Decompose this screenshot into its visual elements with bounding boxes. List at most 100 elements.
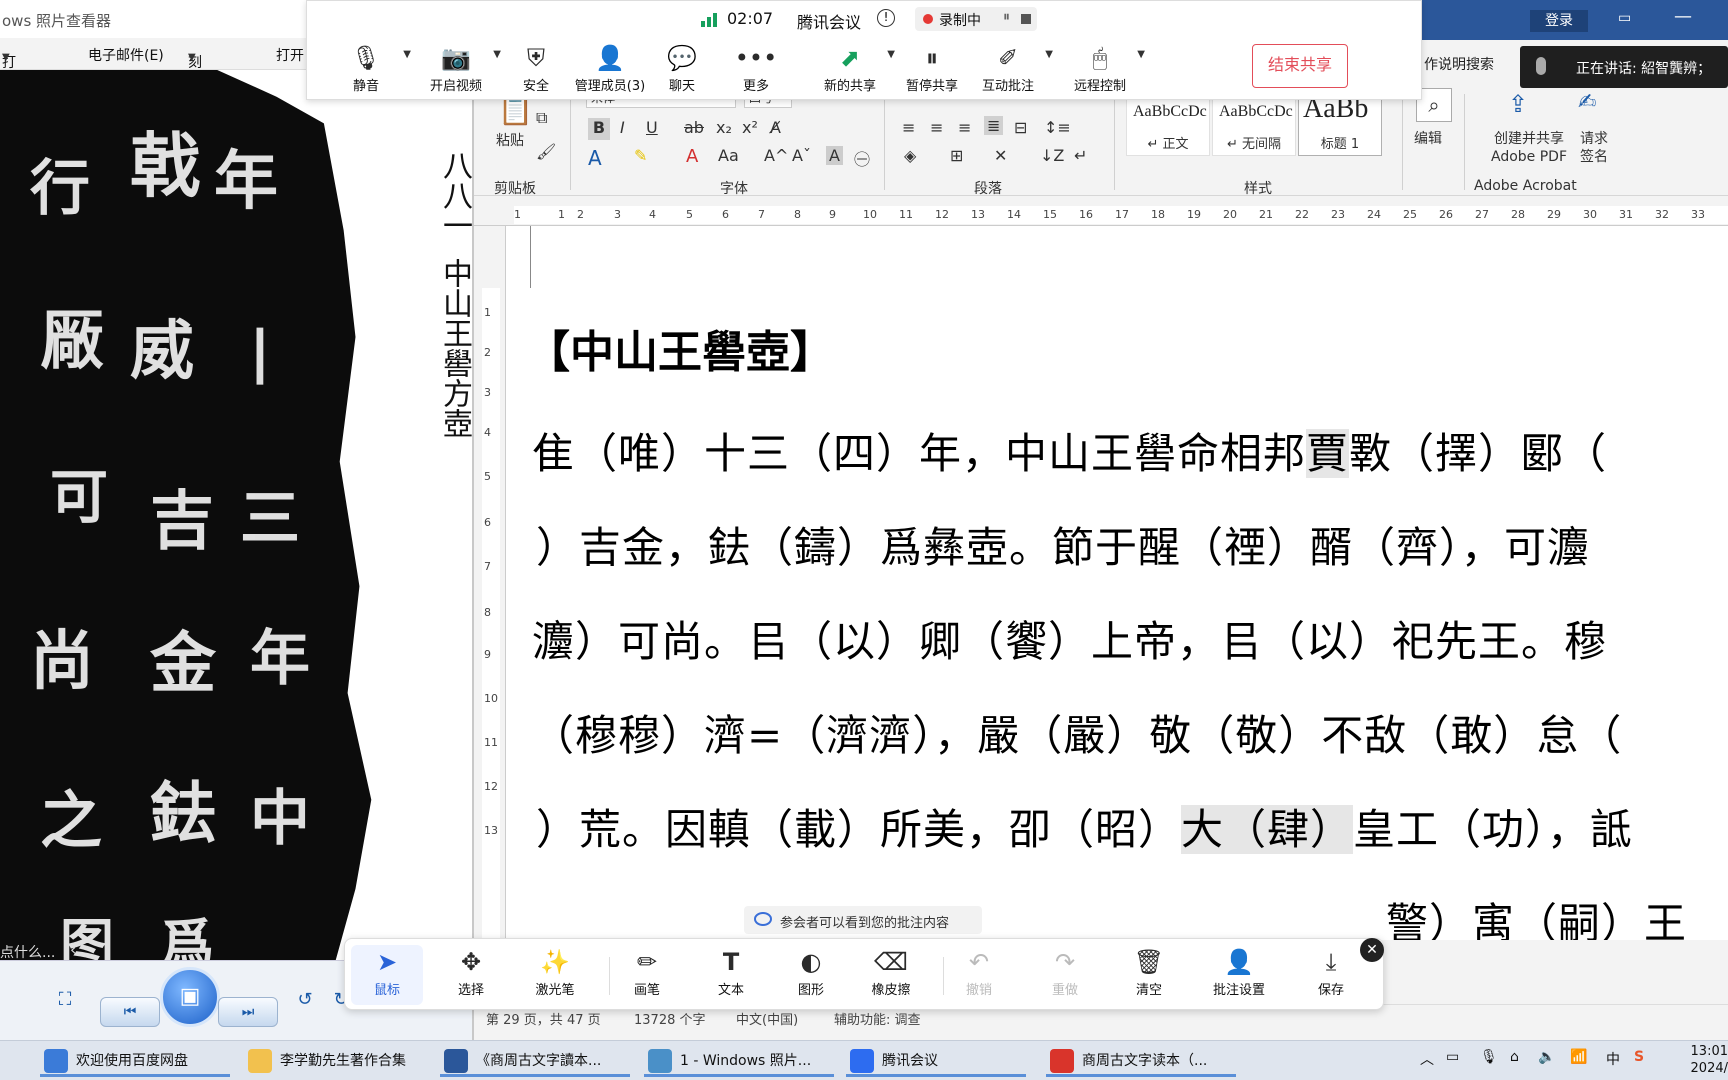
document-line: ）荒。因䡩（載）所美，卲（昭）大（肆）皇工（功），詆 — [536, 805, 1634, 854]
align-right-icon[interactable]: ≡ — [958, 118, 971, 137]
tell-me-search[interactable]: 作说明搜索 — [1424, 54, 1494, 74]
taskbar-pdf[interactable]: 商周古文字读本（... — [1046, 1045, 1236, 1077]
menu-email[interactable]: 电子邮件(E) — [88, 45, 164, 65]
word-count[interactable]: 13728 个字 — [634, 1009, 706, 1028]
rotate-left-icon[interactable]: ↺ — [286, 981, 324, 1019]
microphone-icon[interactable]: 🎙 — [1480, 1049, 1498, 1065]
style-heading-1[interactable]: AaBb 标题 1 — [1298, 92, 1382, 156]
language[interactable]: 中文(中国) — [736, 1009, 798, 1028]
input-method-indicator[interactable]: 中 — [1606, 1049, 1620, 1069]
document-heading: 【中山王嚳壺】 — [526, 327, 834, 378]
font-color-icon[interactable]: A — [686, 146, 698, 167]
page-count[interactable]: 第 29 页，共 47 页 — [486, 1009, 601, 1028]
tool-shape[interactable]: ◐ 图形 — [775, 945, 847, 1005]
pause-recording-icon[interactable]: ⏸ — [1003, 9, 1010, 25]
tool-pen[interactable]: ✏ 画笔 — [611, 945, 683, 1005]
borders-icon[interactable]: ⊞ — [950, 146, 963, 165]
login-button[interactable]: 登录 — [1530, 10, 1588, 32]
char-shading-icon[interactable]: A — [826, 146, 843, 165]
tool-annotation-settings[interactable]: 👤 批注设置 — [1195, 945, 1283, 1005]
document-page[interactable]: 【中山王嚳壺】 隹（唯）十三（四）年，中山王嚳命相邦賈斁（擇）郾（ ）吉金，鉣（… — [506, 226, 1728, 940]
justify-icon[interactable]: ≣ — [984, 116, 1004, 135]
tool-redo[interactable]: ↷ 重做 — [1029, 945, 1101, 1005]
enclose-char-icon[interactable]: ㊀ — [854, 146, 870, 170]
battery-icon[interactable]: ▭ — [1446, 1049, 1459, 1065]
grow-font-icon[interactable]: A^ — [764, 146, 788, 165]
tool-text[interactable]: T 文本 — [695, 945, 767, 1005]
tool-clear[interactable]: 🗑 清空 — [1113, 945, 1185, 1005]
annotation-settings-icon: 👤 — [1224, 948, 1254, 976]
sort-icon[interactable]: ↓Z — [1040, 146, 1064, 165]
align-center-icon[interactable]: ≡ — [930, 118, 943, 137]
network-icon[interactable]: ⌂ — [1510, 1049, 1519, 1065]
horizontal-ruler[interactable]: 112 345 678 9 10 11 12 13 14 15 16 17 18 19 20 2… — [474, 204, 1728, 226]
paste-label[interactable]: 粘贴 — [496, 130, 524, 150]
tool-save[interactable]: ⤓ 保存 — [1295, 945, 1367, 1005]
start-video-button[interactable]: 📷 开启视频 ▼ — [411, 41, 501, 97]
collapse-arrow-icon[interactable]: ‹ — [70, 940, 76, 959]
superscript-icon[interactable]: x² — [742, 118, 758, 137]
strikethrough-icon[interactable]: ab — [684, 118, 704, 137]
minimize-icon[interactable]: — — [1674, 6, 1692, 27]
accessibility-status[interactable]: 辅助功能: 调查 — [834, 1009, 921, 1028]
restore-icon[interactable]: ▭ — [1618, 10, 1631, 26]
vertical-ruler[interactable]: 123 456 789 10 11 12 13 — [474, 226, 506, 940]
bold-icon[interactable]: B — [588, 118, 610, 140]
tool-mouse[interactable]: ➤ 鼠标 — [351, 945, 423, 1005]
recording-status[interactable]: 录制中 ⏸ — [915, 7, 1037, 31]
slideshow-button[interactable]: ▣ — [160, 967, 220, 1027]
mute-button[interactable]: 🎙 静音 ▼ — [321, 41, 411, 97]
new-share-button[interactable]: ⬈ 新的共享 ▼ — [805, 41, 895, 97]
end-share-button[interactable]: 结束共享 — [1252, 44, 1348, 88]
copy-icon[interactable]: ⧉ — [536, 108, 547, 128]
remote-control-button[interactable]: 🖱 远程控制 ▼ — [1055, 41, 1145, 97]
format-painter-icon[interactable]: 🖌 — [536, 142, 556, 161]
toolbar-separator — [609, 957, 610, 995]
align-left-icon[interactable]: ≡ — [902, 118, 915, 137]
stop-recording-icon[interactable] — [1021, 14, 1031, 24]
taskbar-baidu-netdisk[interactable]: 欢迎使用百度网盘 — [40, 1045, 230, 1077]
tool-eraser[interactable]: ⌫ 橡皮擦 — [855, 945, 927, 1005]
show-hidden-icons-icon[interactable]: ︿ — [1420, 1049, 1434, 1069]
menu-open[interactable]: 打开 — [276, 45, 304, 65]
previous-button[interactable]: ⏮ — [100, 997, 160, 1027]
shrink-font-icon[interactable]: Aˇ — [792, 146, 811, 165]
highlight-icon[interactable]: ✎ — [634, 146, 647, 165]
tool-laser[interactable]: ✨ 激光笔 — [519, 945, 591, 1005]
create-pdf-icon[interactable]: ⇪ — [1508, 90, 1528, 118]
info-icon[interactable]: ! — [877, 9, 895, 27]
show-marks-icon[interactable]: ↵ — [1074, 146, 1087, 165]
next-button[interactable]: ⏭ — [218, 997, 278, 1027]
actual-size-icon[interactable]: ⛶ — [46, 981, 84, 1019]
system-clock[interactable]: 13:01 2024/ — [1678, 1043, 1728, 1077]
sogou-ime-icon[interactable]: S — [1634, 1049, 1644, 1065]
edit-label[interactable]: 编辑 — [1414, 128, 1442, 148]
shading-icon[interactable]: ◈ — [904, 146, 916, 165]
tool-undo[interactable]: ↶ 撤销 — [943, 945, 1015, 1005]
create-pdf-button[interactable]: 创建并共享 Adobe PDF — [1474, 130, 1584, 166]
taskbar-photos[interactable]: 1 - Windows 照片... — [644, 1045, 834, 1077]
request-signature-button[interactable]: 请求 签名 — [1578, 130, 1610, 166]
volume-icon[interactable]: 🔈 — [1538, 1049, 1555, 1065]
taskbar-tencent-meeting[interactable]: 腾讯会议 — [846, 1045, 1026, 1077]
underline-icon[interactable]: U — [646, 118, 658, 137]
request-signature-icon[interactable]: ✍ — [1578, 90, 1596, 115]
style-normal[interactable]: AaBbCcDc ↵ 正文 — [1126, 92, 1210, 156]
wifi-icon[interactable]: 📶 — [1570, 1049, 1587, 1065]
style-no-spacing[interactable]: AaBbCcDc ↵ 无间隔 — [1212, 92, 1296, 156]
more-button[interactable]: ••• 更多 — [711, 41, 801, 97]
taskbar-folder[interactable]: 李学勤先生著作合集 — [244, 1045, 424, 1077]
asian-layout-icon[interactable]: ✕ — [994, 146, 1007, 165]
line-spacing-icon[interactable]: ↕≡ — [1044, 118, 1071, 137]
subscript-icon[interactable]: x₂ — [716, 118, 732, 137]
close-annotation-icon[interactable]: ✕ — [1360, 938, 1384, 962]
interactive-annotation-button[interactable]: ✐ 互动批注 ▼ — [963, 41, 1053, 97]
clear-format-icon[interactable]: A̸ — [770, 118, 781, 137]
italic-icon[interactable]: I — [620, 118, 625, 137]
text-effects-icon[interactable]: A — [588, 146, 602, 170]
distribute-icon[interactable]: ⊟ — [1014, 118, 1027, 137]
tool-select[interactable]: ✥ 选择 — [435, 945, 507, 1005]
taskbar-word[interactable]: 《商周古文字讀本... — [440, 1045, 630, 1077]
font-group-label: 字体 — [720, 181, 748, 197]
change-case-icon[interactable]: Aa — [718, 146, 739, 165]
